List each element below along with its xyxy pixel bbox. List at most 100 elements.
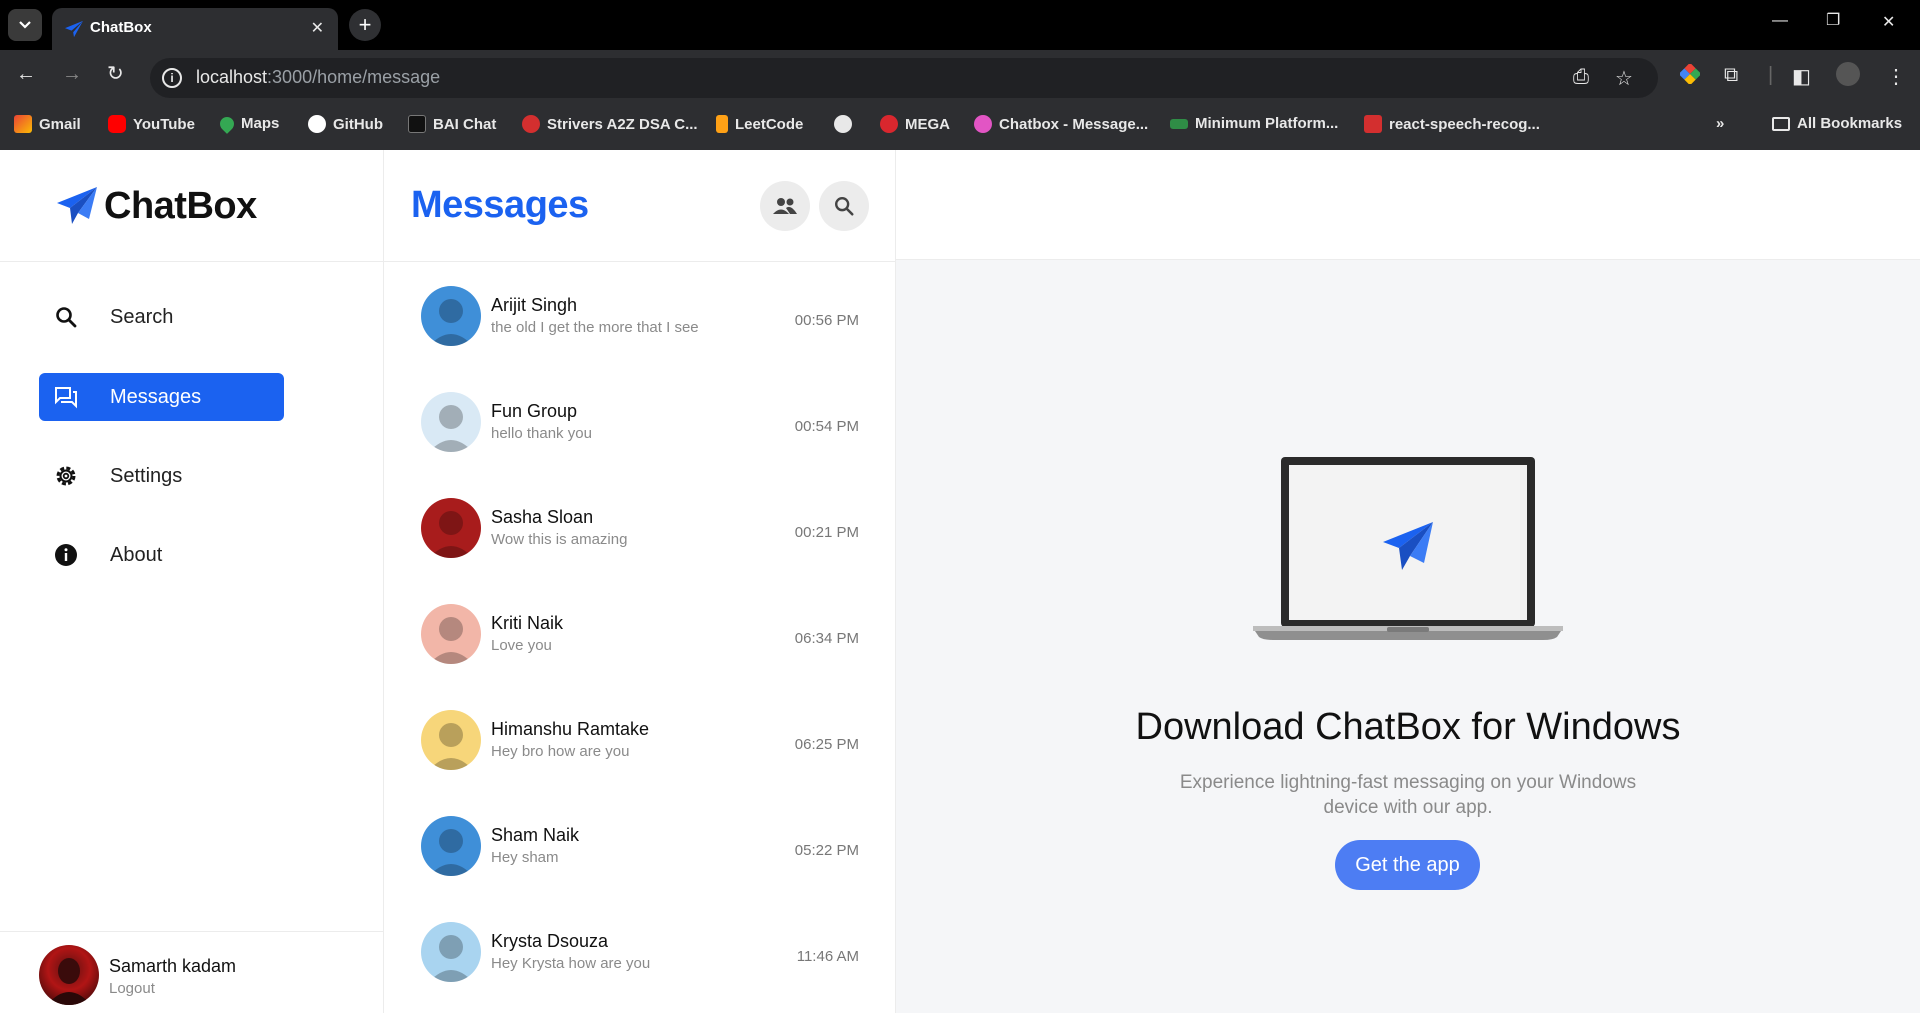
get-app-button[interactable]: Get the app [1335,840,1480,890]
reload-icon[interactable]: ↻ [107,64,124,84]
sidebar-item-about[interactable]: About [39,531,284,579]
chatbox-app: ChatBox Search Messages Settings About S… [0,150,1920,1013]
forward-icon[interactable]: → [62,64,82,84]
tuf-icon [522,115,540,133]
bookmark-minimum-platform[interactable]: Minimum Platform... [1170,115,1338,132]
bookmark-leetcode[interactable]: LeetCode [716,115,803,133]
bookmark-strivers[interactable]: Strivers A2Z DSA C... [522,115,698,133]
browser-tab-strip: ChatBox ✕ + — ❐ ✕ [0,0,1920,50]
chat-header-area [896,150,1920,260]
new-tab-button[interactable]: + [349,9,381,41]
bookmark-maps[interactable]: Maps [217,113,279,134]
bookmark-globe[interactable] [834,115,859,133]
bookmark-react-speech[interactable]: react-speech-recog... [1364,115,1540,133]
all-bookmarks[interactable]: All Bookmarks [1772,115,1902,132]
main-panel: Download ChatBox for Windows Experience … [896,150,1920,1013]
chat-list-item[interactable]: Kriti Naik Love you 06:34 PM [384,580,896,686]
maps-icon [217,113,237,134]
group-icon [773,198,797,214]
sidebar-item-search[interactable]: Search [39,293,284,341]
chat-name: Fun Group [491,401,578,421]
gfg-icon [1170,118,1188,129]
brand-header: ChatBox [0,150,384,262]
install-app-icon[interactable]: ⎙ [1573,66,1589,89]
chevron-down-icon [19,21,31,29]
chat-last-message: Love you [491,637,552,654]
bookmark-youtube[interactable]: YouTube [108,115,195,133]
paper-plane-icon [65,20,83,38]
avatar[interactable] [39,945,99,1005]
search-icon [835,197,854,216]
avatar [421,816,481,876]
bai-icon [408,115,426,133]
globe-icon [834,115,852,133]
browser-tab[interactable]: ChatBox ✕ [52,8,338,50]
bookmark-chatbox[interactable]: Chatbox - Message... [974,115,1148,133]
info-icon [55,544,77,566]
chat-list-item[interactable]: Arijit Singh the old I get the more that … [384,262,896,368]
list-header: Messages [384,150,896,262]
leetcode-icon [716,115,728,133]
restore-icon[interactable]: ❐ [1826,10,1840,30]
close-icon[interactable]: ✕ [311,18,324,38]
chat-last-message: Hey Krysta how are you [491,955,651,972]
chat-timestamp: 06:34 PM [794,630,859,647]
search-icon [56,307,77,328]
more-menu-icon[interactable]: ⋮ [1886,64,1906,89]
bookmark-gmail[interactable]: Gmail [14,115,81,133]
bookmark-star-icon[interactable]: ☆ [1615,66,1633,91]
sidebar-item-messages[interactable]: Messages [39,373,284,421]
chat-last-message: Wow this is amazing [491,531,628,548]
side-panel-icon[interactable]: ◧ [1792,64,1811,89]
mega-icon [880,115,898,133]
url-text[interactable]: localhost:3000/home/message [196,67,440,88]
paper-plane-icon [57,187,97,224]
more-bookmarks-icon[interactable]: » [1716,115,1724,132]
brand-name: ChatBox [104,185,257,227]
extensions-icon[interactable]: ⧉ [1724,64,1738,87]
back-icon[interactable]: ← [16,64,36,84]
chat-name: Himanshu Ramtake [491,719,650,739]
bookmark-mega[interactable]: MEGA [880,115,950,133]
chat-list-item[interactable]: Krysta Dsouza Hey Krysta how are you 11:46… [384,898,896,1004]
avatar [421,498,481,558]
sidebar-item-settings[interactable]: Settings [39,452,284,500]
chat-last-message: the old I get the more that I see [491,319,699,336]
site-info-icon[interactable]: i [162,68,182,88]
chat-timestamp: 00:54 PM [794,418,859,435]
profile-name: Samarth kadam [109,956,237,976]
chat-name: Krysta Dsouza [491,931,609,951]
tab-search-button[interactable] [8,9,42,41]
sidebar-item-label: Messages [110,386,202,408]
avatar[interactable] [1836,62,1860,86]
avatar [421,604,481,664]
gear-icon [56,466,76,486]
chat-list-item[interactable]: Himanshu Ramtake Hey bro how are you 06:25… [384,686,896,792]
bookmark-bai-chat[interactable]: BAI Chat [408,115,496,133]
chat-list-item[interactable]: Sham Naik Hey sham 05:22 PM [384,792,896,898]
chat-timestamp: 00:21 PM [794,524,859,541]
window-close-icon[interactable]: ✕ [1882,12,1895,32]
avatar [421,710,481,770]
folder-icon [1772,116,1790,131]
logout-link[interactable]: Logout [109,980,155,997]
chat-list-item[interactable]: Fun Group hello thank you 00:54 PM [384,368,896,474]
user-profile: Samarth kadam Logout [0,931,384,1013]
chat-name: Sasha Sloan [491,507,594,527]
avatar [421,286,481,346]
npm-icon [1364,115,1382,133]
color-extension-icon[interactable] [1678,62,1702,90]
minimize-icon[interactable]: — [1772,12,1788,30]
address-bar[interactable]: i localhost:3000/home/message ⎙ ☆ [150,58,1658,98]
chat-last-message: hello thank you [491,425,592,442]
search-chats-button[interactable] [819,181,869,231]
bookmark-github[interactable]: GitHub [308,115,383,133]
gmail-icon [14,115,32,133]
sidebar-item-label: Search [110,306,174,328]
chat-name: Arijit Singh [491,295,578,315]
chat-last-message: Hey sham [491,849,559,866]
sidebar-item-label: Settings [110,465,183,487]
chat-list-item[interactable]: Sasha Sloan Wow this is amazing 00:21 PM [384,474,896,580]
browser-toolbar: ← → ↻ i localhost:3000/home/message ⎙ ☆ … [0,50,1920,100]
new-group-button[interactable] [760,181,810,231]
